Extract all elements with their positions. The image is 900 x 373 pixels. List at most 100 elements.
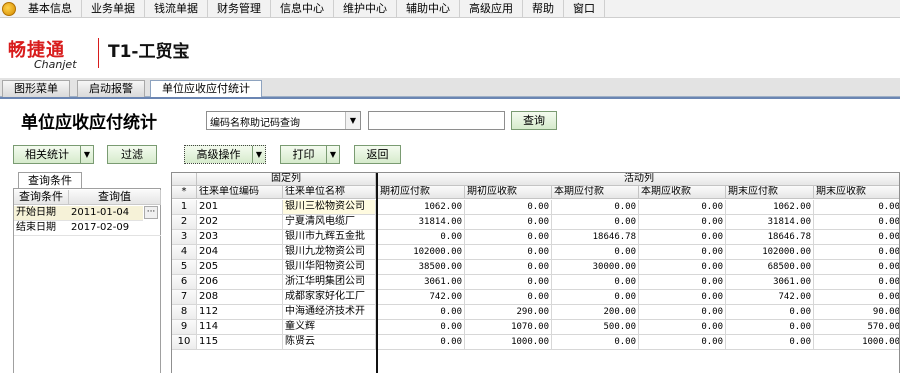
row-number[interactable]: 10 xyxy=(172,335,197,350)
amount-cell[interactable]: 0.00 xyxy=(465,260,552,275)
column-header[interactable]: 本期应收款 xyxy=(639,186,726,199)
amount-cell[interactable]: 0.00 xyxy=(639,245,726,260)
row-number[interactable]: 6 xyxy=(172,275,197,290)
unit-code-cell[interactable]: 112 xyxy=(197,305,283,320)
search-button[interactable]: 查询 xyxy=(511,111,557,130)
unit-name-cell[interactable]: 童义辉 xyxy=(283,320,376,335)
amount-cell[interactable]: 0.00 xyxy=(378,335,465,350)
unit-code-cell[interactable]: 115 xyxy=(197,335,283,350)
column-header[interactable]: 期末应付款 xyxy=(726,186,814,199)
column-header[interactable]: 往来单位名称 xyxy=(283,186,376,199)
unit-name-cell[interactable]: 银川三松物资公司 xyxy=(283,200,376,215)
amount-cell[interactable]: 0.00 xyxy=(378,230,465,245)
amount-cell[interactable]: 0.00 xyxy=(639,305,726,320)
amount-cell[interactable]: 0.00 xyxy=(552,215,639,230)
unit-code-cell[interactable]: 203 xyxy=(197,230,283,245)
amount-cell[interactable]: 1062.00 xyxy=(378,200,465,215)
chevron-down-icon[interactable]: ▼ xyxy=(252,146,265,163)
row-number[interactable]: 1 xyxy=(172,200,197,215)
amount-cell[interactable]: 68500.00 xyxy=(726,260,814,275)
amount-cell[interactable]: 0.00 xyxy=(814,215,899,230)
amount-cell[interactable]: 0.00 xyxy=(814,245,899,260)
amount-cell[interactable]: 0.00 xyxy=(465,245,552,260)
row-number[interactable]: 8 xyxy=(172,305,197,320)
search-input[interactable] xyxy=(368,111,505,130)
amount-cell[interactable]: 742.00 xyxy=(378,290,465,305)
unit-code-cell[interactable]: 204 xyxy=(197,245,283,260)
amount-cell[interactable]: 3061.00 xyxy=(726,275,814,290)
amount-cell[interactable]: 0.00 xyxy=(639,230,726,245)
amount-cell[interactable]: 0.00 xyxy=(378,320,465,335)
unit-name-cell[interactable]: 银川市九辉五金批 xyxy=(283,230,376,245)
unit-name-cell[interactable]: 浙江华明集团公司 xyxy=(283,275,376,290)
column-header[interactable]: 期初应收款 xyxy=(465,186,552,199)
amount-cell[interactable]: 0.00 xyxy=(465,290,552,305)
amount-cell[interactable]: 0.00 xyxy=(639,260,726,275)
unit-name-cell[interactable]: 成都家家好化工厂 xyxy=(283,290,376,305)
row-number[interactable]: 3 xyxy=(172,230,197,245)
row-number[interactable]: 9 xyxy=(172,320,197,335)
amount-cell[interactable]: 0.00 xyxy=(814,230,899,245)
amount-cell[interactable]: 30000.00 xyxy=(552,260,639,275)
amount-cell[interactable]: 90.00 xyxy=(814,305,899,320)
select-all-cell[interactable]: * xyxy=(172,186,197,199)
query-condition-value[interactable]: 2011-01-04 xyxy=(69,206,143,221)
menu-maintenance[interactable]: 维护中心 xyxy=(334,0,397,18)
amount-cell[interactable]: 0.00 xyxy=(726,320,814,335)
menu-info-center[interactable]: 信息中心 xyxy=(271,0,334,18)
filter-button[interactable]: 过滤 xyxy=(107,145,157,164)
amount-cell[interactable]: 0.00 xyxy=(378,305,465,320)
unit-code-cell[interactable]: 206 xyxy=(197,275,283,290)
column-header[interactable]: 期末应收款 xyxy=(814,186,899,199)
amount-cell[interactable]: 0.00 xyxy=(639,275,726,290)
tab-graphic-menu[interactable]: 图形菜单 xyxy=(2,80,70,97)
amount-cell[interactable]: 1070.00 xyxy=(465,320,552,335)
amount-cell[interactable]: 0.00 xyxy=(639,290,726,305)
amount-cell[interactable]: 0.00 xyxy=(465,275,552,290)
amount-cell[interactable]: 0.00 xyxy=(639,200,726,215)
advanced-ops-button[interactable]: 高级操作 ▼ xyxy=(184,145,266,164)
amount-cell[interactable]: 0.00 xyxy=(639,320,726,335)
unit-code-cell[interactable]: 202 xyxy=(197,215,283,230)
chevron-down-icon[interactable]: ▼ xyxy=(80,146,93,163)
chevron-down-icon[interactable]: ▼ xyxy=(326,146,339,163)
amount-cell[interactable]: 0.00 xyxy=(814,200,899,215)
date-picker-button[interactable]: ··· xyxy=(144,206,158,219)
amount-cell[interactable]: 0.00 xyxy=(814,290,899,305)
amount-cell[interactable]: 0.00 xyxy=(552,290,639,305)
column-header[interactable]: 期初应付款 xyxy=(378,186,465,199)
amount-cell[interactable]: 1000.00 xyxy=(465,335,552,350)
menu-auxiliary[interactable]: 辅助中心 xyxy=(397,0,460,18)
amount-cell[interactable]: 38500.00 xyxy=(378,260,465,275)
unit-name-cell[interactable]: 银川九龙物资公司 xyxy=(283,245,376,260)
unit-name-cell[interactable]: 宁夏清风电缆厂 xyxy=(283,215,376,230)
amount-cell[interactable]: 500.00 xyxy=(552,320,639,335)
unit-code-cell[interactable]: 114 xyxy=(197,320,283,335)
amount-cell[interactable]: 200.00 xyxy=(552,305,639,320)
unit-name-cell[interactable]: 陈贤云 xyxy=(283,335,376,350)
menu-advanced[interactable]: 高级应用 xyxy=(460,0,523,18)
amount-cell[interactable]: 0.00 xyxy=(726,335,814,350)
search-mode-select[interactable]: 编码名称助记码查询 ▼ xyxy=(206,111,361,130)
amount-cell[interactable]: 0.00 xyxy=(814,275,899,290)
menu-window[interactable]: 窗口 xyxy=(564,0,605,18)
amount-cell[interactable]: 0.00 xyxy=(552,335,639,350)
tab-unit-ar-ap-stats[interactable]: 单位应收应付统计 xyxy=(150,80,262,97)
menu-business-docs[interactable]: 业务单据 xyxy=(82,0,145,18)
chevron-down-icon[interactable]: ▼ xyxy=(345,112,360,129)
menu-help[interactable]: 帮助 xyxy=(523,0,564,18)
unit-code-cell[interactable]: 201 xyxy=(197,200,283,215)
menu-basic-info[interactable]: 基本信息 xyxy=(19,0,82,18)
amount-cell[interactable]: 3061.00 xyxy=(378,275,465,290)
amount-cell[interactable]: 0.00 xyxy=(814,260,899,275)
menu-finance[interactable]: 财务管理 xyxy=(208,0,271,18)
unit-name-cell[interactable]: 银川华阳物资公司 xyxy=(283,260,376,275)
amount-cell[interactable]: 18646.78 xyxy=(552,230,639,245)
amount-cell[interactable]: 0.00 xyxy=(639,215,726,230)
unit-code-cell[interactable]: 205 xyxy=(197,260,283,275)
related-stats-button[interactable]: 相关统计 ▼ xyxy=(13,145,94,164)
amount-cell[interactable]: 0.00 xyxy=(552,200,639,215)
amount-cell[interactable]: 570.00 xyxy=(814,320,899,335)
amount-cell[interactable]: 0.00 xyxy=(552,245,639,260)
tab-startup-alert[interactable]: 启动报警 xyxy=(77,80,145,97)
